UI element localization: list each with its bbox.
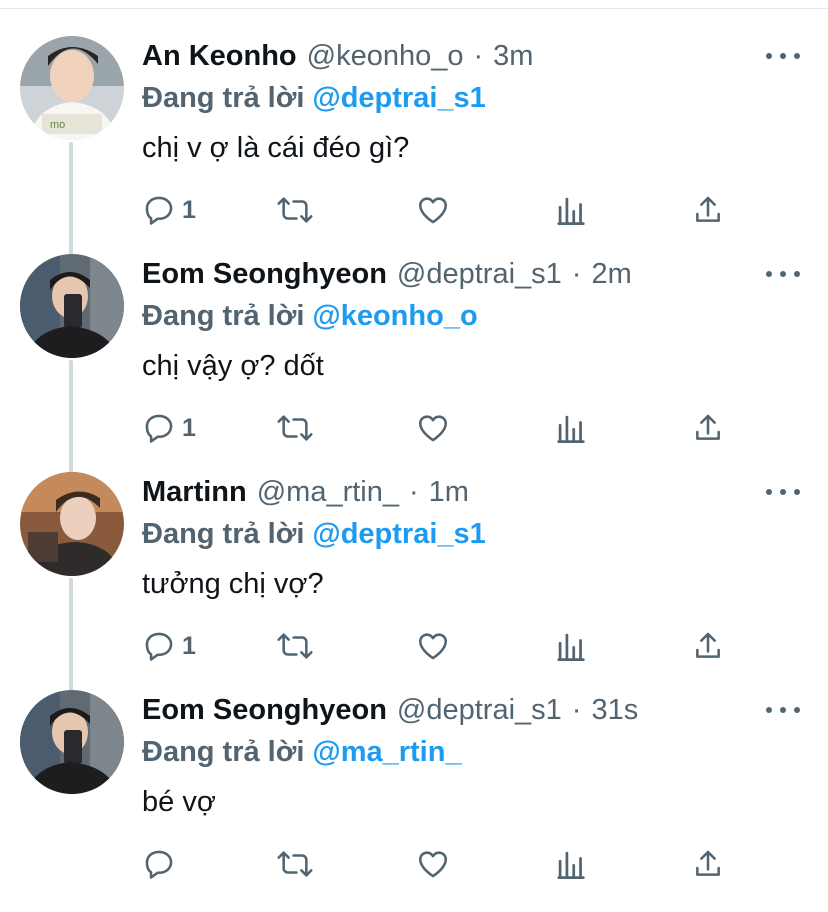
replying-to-label: Đang trả lời	[142, 518, 305, 550]
replying-to: Đang trả lời @deptrai_s1	[142, 518, 486, 551]
action-bar: 1	[142, 190, 742, 230]
mention-link[interactable]: @ma_rtin_	[312, 736, 461, 768]
timestamp[interactable]: 1m	[429, 476, 469, 509]
analytics-icon	[557, 633, 585, 661]
timestamp[interactable]: 2m	[591, 258, 631, 291]
like-button[interactable]	[416, 190, 450, 230]
reply-button[interactable]: 1	[142, 408, 196, 448]
display-name[interactable]: Martinn	[142, 476, 247, 509]
reply-icon	[145, 196, 173, 225]
avatar[interactable]	[20, 472, 124, 576]
tweet-text: chị v ợ là cái đéo gì?	[142, 132, 410, 164]
separator: ·	[571, 258, 582, 290]
retweet-icon	[277, 415, 313, 441]
share-icon	[696, 850, 720, 876]
tweet-header: Martinn @ma_rtin_ · 1m	[142, 476, 469, 516]
share-icon	[696, 414, 720, 440]
svg-text:mo: mo	[50, 119, 65, 131]
avatar[interactable]	[20, 690, 124, 794]
analytics-button[interactable]	[556, 408, 586, 448]
user-handle[interactable]: @ma_rtin_	[257, 476, 399, 509]
tweet-header: Eom Seonghyeon @deptrai_s1 · 31s	[142, 694, 638, 734]
top-divider	[0, 8, 828, 9]
analytics-icon	[557, 197, 585, 225]
more-icon[interactable]	[766, 700, 800, 720]
display-name[interactable]: Eom Seonghyeon	[142, 258, 387, 291]
share-button[interactable]	[692, 408, 724, 448]
reply-count: 1	[182, 631, 196, 660]
separator: ·	[473, 40, 484, 72]
replying-to: Đang trả lời @deptrai_s1	[142, 82, 486, 115]
user-handle[interactable]: @deptrai_s1	[397, 258, 562, 291]
heart-icon	[418, 415, 448, 442]
heart-icon	[418, 851, 448, 878]
mention-link[interactable]: @deptrai_s1	[312, 518, 485, 550]
reply-button[interactable]: 1	[142, 190, 196, 230]
analytics-button[interactable]	[556, 190, 586, 230]
tweet-header: Eom Seonghyeon @deptrai_s1 · 2m	[142, 258, 632, 298]
analytics-button[interactable]	[556, 626, 586, 666]
analytics-icon	[557, 851, 585, 879]
retweet-icon	[277, 851, 313, 877]
mention-link[interactable]: @deptrai_s1	[312, 82, 485, 114]
more-icon[interactable]	[766, 46, 800, 66]
like-button[interactable]	[416, 844, 450, 884]
reply-button[interactable]: 1	[142, 626, 196, 666]
reply-icon	[145, 632, 173, 661]
share-button[interactable]	[692, 190, 724, 230]
replying-to: Đang trả lời @ma_rtin_	[142, 736, 462, 769]
avatar[interactable]: mo	[20, 36, 124, 140]
replying-to: Đang trả lời @keonho_o	[142, 300, 478, 333]
action-bar: 1	[142, 408, 742, 448]
reply-icon	[145, 850, 173, 879]
like-button[interactable]	[416, 626, 450, 666]
user-handle[interactable]: @deptrai_s1	[397, 694, 562, 727]
share-button[interactable]	[692, 844, 724, 884]
retweet-button[interactable]	[276, 190, 314, 230]
share-icon	[696, 196, 720, 222]
analytics-button[interactable]	[556, 844, 586, 884]
share-icon	[696, 632, 720, 658]
tweet[interactable]: Eom Seonghyeon @deptrai_s1 · 31s Đang tr…	[0, 690, 828, 912]
retweet-icon	[277, 633, 313, 659]
separator: ·	[409, 476, 419, 508]
display-name[interactable]: Eom Seonghyeon	[142, 694, 387, 727]
user-handle[interactable]: @keonho_o	[307, 40, 464, 73]
tweet-text: bé vợ	[142, 786, 216, 818]
retweet-icon	[277, 197, 313, 223]
tweet-text: chị vậy ợ? dốt	[142, 350, 324, 382]
more-icon[interactable]	[766, 264, 800, 284]
share-button[interactable]	[692, 626, 724, 666]
heart-icon	[418, 197, 448, 224]
tweet-text: tưởng chị vợ?	[142, 568, 324, 600]
like-button[interactable]	[416, 408, 450, 448]
analytics-icon	[557, 415, 585, 443]
retweet-button[interactable]	[276, 408, 314, 448]
replying-to-label: Đang trả lời	[142, 300, 305, 332]
tweet[interactable]: Martinn @ma_rtin_ · 1m Đang trả lời @dept…	[0, 472, 828, 694]
timestamp[interactable]: 31s	[591, 694, 638, 727]
tweet-header: An Keonho @keonho_o · 3m	[142, 40, 533, 80]
separator: ·	[571, 694, 582, 726]
tweet[interactable]: Eom Seonghyeon @deptrai_s1 · 2m Đang trả…	[0, 254, 828, 476]
reply-icon	[145, 414, 173, 443]
reply-count: 1	[182, 195, 196, 224]
retweet-button[interactable]	[276, 626, 314, 666]
avatar[interactable]	[20, 254, 124, 358]
timestamp[interactable]: 3m	[493, 40, 533, 73]
replying-to-label: Đang trả lời	[142, 82, 305, 114]
action-bar	[142, 844, 742, 884]
action-bar: 1	[142, 626, 742, 666]
mention-link[interactable]: @keonho_o	[312, 300, 477, 332]
reply-count: 1	[182, 413, 196, 442]
replying-to-label: Đang trả lời	[142, 736, 305, 768]
tweet[interactable]: mo An Keonho @keonho_o · 3m Đang trả lời…	[0, 36, 828, 258]
more-icon[interactable]	[766, 482, 800, 502]
reply-button[interactable]	[142, 844, 182, 884]
retweet-button[interactable]	[276, 844, 314, 884]
heart-icon	[418, 633, 448, 660]
display-name[interactable]: An Keonho	[142, 40, 297, 73]
